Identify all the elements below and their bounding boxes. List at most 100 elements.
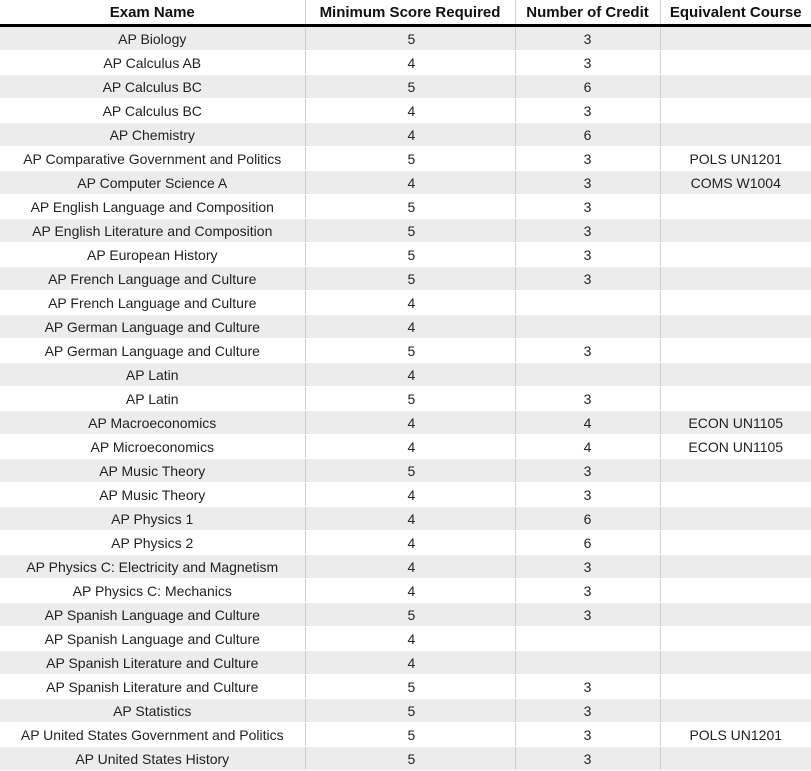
min-score-cell: 4 [305,362,516,387]
table-row: AP Physics C: Mechanics 4 3 [0,578,811,603]
table-row: AP English Literature and Composition 5 3 [0,218,811,243]
min-score-cell: 5 [305,674,516,699]
min-score-cell: 4 [305,290,516,315]
equivalent-course-cell [660,386,811,411]
equivalent-course-cell [660,98,811,123]
equivalent-course-cell [660,746,811,771]
table-row: AP German Language and Culture 5 3 [0,338,811,363]
exam-name-cell: AP English Literature and Composition [0,218,306,243]
table-row: AP Latin 5 3 [0,386,811,411]
equivalent-course-cell [660,194,811,219]
credit-cell: 6 [515,506,661,531]
min-score-cell: 5 [305,242,516,267]
exam-name-cell: AP Latin [0,362,306,387]
credit-cell: 6 [515,530,661,555]
min-score-cell: 5 [305,386,516,411]
equivalent-course-cell: POLS UN1201 [660,146,811,171]
exam-name-cell: AP English Language and Composition [0,194,306,219]
exam-name-cell: AP European History [0,242,306,267]
equivalent-course-cell [660,698,811,723]
table-row: AP Macroeconomics 4 4 ECON UN1105 [0,410,811,435]
min-score-cell: 4 [305,506,516,531]
min-score-cell: 4 [305,626,516,651]
equivalent-course-cell [660,650,811,675]
credit-cell: 3 [515,25,661,51]
table-row: AP Physics C: Electricity and Magnetism 4… [0,554,811,579]
min-score-cell: 4 [305,434,516,459]
exam-name-cell: AP French Language and Culture [0,290,306,315]
table-row: AP Spanish Language and Culture 5 3 [0,602,811,627]
header-row: Exam Name Minimum Score Required Number … [0,0,811,27]
equivalent-course-cell [660,362,811,387]
credit-cell: 3 [515,578,661,603]
equivalent-course-cell [660,50,811,75]
exam-name-cell: AP Music Theory [0,458,306,483]
min-score-cell: 5 [305,338,516,363]
credit-cell: 3 [515,170,661,195]
exam-name-cell: AP Computer Science A [0,170,306,195]
credit-cell: 3 [515,458,661,483]
credit-cell [515,314,661,339]
equivalent-course-cell [660,602,811,627]
equivalent-course-cell [660,122,811,147]
credit-cell [515,290,661,315]
exam-name-cell: AP German Language and Culture [0,314,306,339]
credit-cell: 3 [515,50,661,75]
table-row: AP Physics 246 [0,530,811,555]
table-row: AP Calculus BC 4 3 [0,98,811,123]
equivalent-course-cell: ECON UN1105 [660,434,811,459]
min-score-cell: 5 [305,746,516,771]
ap-credit-table: Exam Name Minimum Score Required Number … [0,0,811,771]
credit-cell: 3 [515,218,661,243]
exam-name-cell: AP Physics 2 [0,530,306,555]
credit-cell: 3 [515,698,661,723]
exam-name-cell: AP Spanish Literature and Culture [0,674,306,699]
exam-name-cell: AP Comparative Government and Politics [0,146,306,171]
table-row: AP Music Theory 5 3 [0,458,811,483]
exam-name-cell: AP United States History [0,746,306,771]
equivalent-course-cell [660,626,811,651]
table-row: AP Calculus BC 5 6 [0,74,811,99]
exam-name-cell: AP Physics 1 [0,506,306,531]
credit-cell: 3 [515,146,661,171]
equivalent-course-cell [660,74,811,99]
credit-cell: 3 [515,674,661,699]
min-score-cell: 4 [305,98,516,123]
table-row: AP Physics 146 [0,506,811,531]
table-row: AP United States History 5 3 [0,746,811,771]
credit-cell: 3 [515,98,661,123]
table-row: AP Microeconomics 4 4 ECON UN1105 [0,434,811,459]
min-score-cell: 4 [305,170,516,195]
exam-name-cell: AP Biology [0,25,306,51]
credit-cell: 3 [515,194,661,219]
equivalent-course-cell [660,458,811,483]
equivalent-course-cell [660,314,811,339]
exam-name-cell: AP United States Government and Politics [0,722,306,747]
exam-name-cell: AP Microeconomics [0,434,306,459]
equivalent-course-cell [660,25,811,51]
equivalent-course-cell [660,218,811,243]
exam-name-cell: AP Spanish Literature and Culture [0,650,306,675]
equivalent-course-cell [660,242,811,267]
exam-name-cell: AP French Language and Culture [0,266,306,291]
equivalent-course-cell [660,338,811,363]
exam-name-cell: AP Calculus BC [0,98,306,123]
min-score-cell: 4 [305,578,516,603]
table-row: AP Computer Science A 4 3 COMS W1004 [0,170,811,195]
table-row: AP English Language and Composition 5 3 [0,194,811,219]
min-score-cell: 4 [305,50,516,75]
exam-name-cell: AP Physics C: Electricity and Magnetism [0,554,306,579]
table-row: AP Spanish Literature and Culture 4 [0,650,811,675]
table-row: AP European History 5 3 [0,242,811,267]
min-score-cell: 5 [305,722,516,747]
credit-cell: 6 [515,122,661,147]
exam-name-cell: AP Macroeconomics [0,410,306,435]
header-number-of-credit: Number of Credit [515,0,661,27]
header-equivalent-course: Equivalent Course [660,0,811,27]
credit-cell: 3 [515,554,661,579]
min-score-cell: 5 [305,602,516,627]
min-score-cell: 4 [305,482,516,507]
min-score-cell: 5 [305,146,516,171]
equivalent-course-cell: COMS W1004 [660,170,811,195]
min-score-cell: 5 [305,74,516,99]
